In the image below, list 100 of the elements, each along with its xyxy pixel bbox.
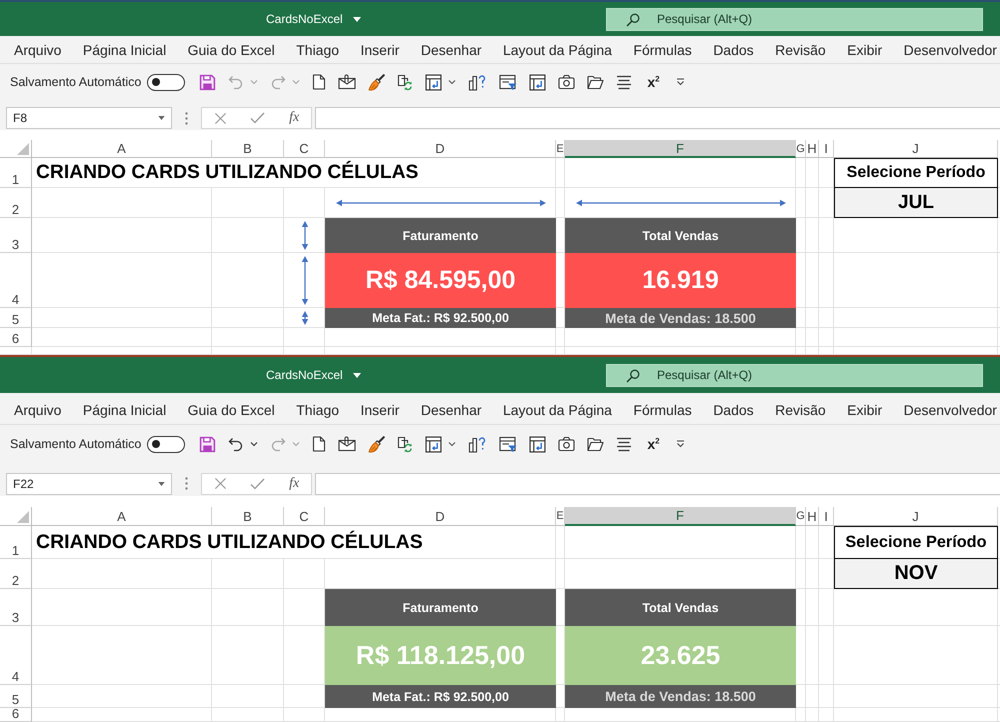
form-filter-icon[interactable] (499, 74, 518, 90)
row-header[interactable]: 2 (0, 559, 32, 589)
chevron-down-icon[interactable] (676, 440, 685, 448)
save-icon[interactable] (199, 436, 216, 452)
cross-icon[interactable] (214, 477, 227, 490)
column-header[interactable]: C (284, 507, 325, 526)
ribbon-tab[interactable]: Layout da Página (502, 42, 612, 58)
ribbon-tab[interactable]: Fórmulas (633, 402, 692, 418)
column-header[interactable]: A (32, 507, 212, 526)
document-icon[interactable] (312, 436, 326, 452)
column-header[interactable]: B (212, 507, 284, 526)
ribbon-tab[interactable]: Arquivo (14, 402, 62, 418)
row-header[interactable]: 6 (0, 708, 32, 722)
insert-function-button[interactable]: fx (289, 110, 300, 126)
folder-icon[interactable] (587, 436, 604, 452)
ribbon-tab[interactable]: Página Inicial (82, 402, 166, 418)
ribbon-tab[interactable]: Fórmulas (633, 42, 692, 58)
column-header[interactable]: F (565, 140, 796, 158)
ribbon-tab[interactable]: Thiago (296, 402, 340, 418)
row-header[interactable]: 3 (0, 589, 32, 626)
caret-icon[interactable] (250, 441, 258, 447)
ribbon-tab[interactable]: Inserir (360, 42, 400, 58)
row-header[interactable]: 1 (0, 526, 32, 559)
lines-icon[interactable] (616, 436, 632, 452)
insert-function-button[interactable]: fx (289, 476, 300, 492)
pages-refresh-icon[interactable] (397, 436, 414, 452)
row-header[interactable]: 1 (0, 158, 32, 188)
bar-question-icon[interactable] (468, 74, 488, 90)
column-header[interactable]: G (796, 140, 806, 158)
paintbrush-icon[interactable] (368, 436, 386, 452)
camera-icon[interactable] (558, 436, 576, 452)
caret-icon[interactable] (158, 482, 165, 486)
envelope-icon[interactable] (338, 436, 356, 452)
row-header[interactable]: 5 (0, 308, 32, 328)
check-icon[interactable] (250, 112, 266, 124)
ribbon-tab[interactable]: Guia do Excel (188, 42, 275, 58)
ribbon-tab[interactable]: Desenvolvedor (904, 402, 997, 418)
camera-icon[interactable] (558, 74, 576, 90)
caret-icon[interactable] (158, 116, 165, 120)
row-header[interactable]: 4 (0, 626, 32, 685)
ribbon-tab[interactable]: Desenhar (420, 402, 482, 418)
column-header[interactable]: G (796, 507, 806, 526)
ribbon-tab[interactable]: Desenvolvedor (904, 42, 997, 58)
column-header[interactable]: D (325, 140, 556, 158)
superscript-button[interactable]: x$^{2}$ (647, 75, 660, 89)
autosave-toggle[interactable] (147, 436, 186, 452)
save-icon[interactable] (199, 74, 216, 90)
ribbon-tab[interactable]: Dados (713, 402, 754, 418)
ribbon-tab[interactable]: Revisão (775, 402, 826, 418)
ribbon-tab[interactable]: Arquivo (14, 42, 62, 58)
ribbon-tab[interactable]: Exibir (847, 42, 882, 58)
search-field[interactable]: Pesquisar (Alt+Q) (606, 364, 983, 386)
form-filter-icon[interactable] (499, 436, 518, 452)
column-header[interactable]: F (565, 507, 796, 526)
row-header[interactable]: 6 (0, 328, 32, 347)
ribbon-tab[interactable]: Dados (713, 42, 754, 58)
formula-input[interactable] (315, 107, 1000, 129)
vertical-dots-icon[interactable] (185, 112, 188, 124)
ribbon-tab[interactable]: Thiago (296, 42, 340, 58)
row-header[interactable]: 4 (0, 253, 32, 308)
ribbon-tab[interactable]: Layout da Página (502, 402, 612, 418)
ribbon-tab[interactable]: Exibir (847, 402, 882, 418)
column-header[interactable]: I (819, 507, 834, 526)
document-icon[interactable] (312, 74, 326, 90)
column-header[interactable]: D (325, 507, 556, 526)
paintbrush-icon[interactable] (368, 74, 386, 90)
column-header[interactable]: E (556, 140, 565, 158)
vertical-dots-icon[interactable] (185, 477, 188, 490)
column-header[interactable]: H (806, 140, 819, 158)
caret-icon[interactable] (352, 16, 361, 22)
check-icon[interactable] (250, 478, 266, 490)
column-header[interactable]: J (834, 140, 998, 158)
column-header[interactable]: B (212, 140, 284, 158)
column-header[interactable]: E (556, 507, 565, 526)
column-header[interactable]: C (284, 140, 325, 158)
ribbon-tab[interactable]: Desenhar (420, 42, 482, 58)
row-header[interactable]: 2 (0, 188, 32, 218)
ribbon-tab[interactable]: Página Inicial (82, 42, 166, 58)
envelope-icon[interactable] (338, 74, 356, 90)
undo-icon[interactable] (228, 436, 244, 452)
caret-icon[interactable] (352, 372, 361, 378)
row-header[interactable]: 5 (0, 685, 32, 708)
name-box[interactable]: F8 (6, 107, 172, 129)
bar-question-icon[interactable] (468, 436, 488, 452)
autosave-toggle[interactable] (147, 74, 186, 90)
column-header[interactable]: A (32, 140, 212, 158)
lines-icon[interactable] (616, 74, 632, 90)
chevron-down-icon[interactable] (676, 78, 685, 86)
column-header[interactable]: H (806, 507, 819, 526)
superscript-button[interactable]: x$^{2}$ (647, 437, 660, 451)
column-header[interactable]: J (834, 507, 998, 526)
caret-icon[interactable] (448, 79, 456, 85)
formula-input[interactable] (315, 472, 1000, 494)
name-box[interactable]: F22 (6, 472, 172, 494)
ribbon-tab[interactable]: Revisão (775, 42, 826, 58)
cross-icon[interactable] (214, 112, 227, 124)
ribbon-tab[interactable]: Guia do Excel (188, 402, 275, 418)
column-header[interactable]: I (819, 140, 834, 158)
pages-refresh-icon[interactable] (397, 74, 414, 90)
ribbon-tab[interactable]: Inserir (360, 402, 400, 418)
